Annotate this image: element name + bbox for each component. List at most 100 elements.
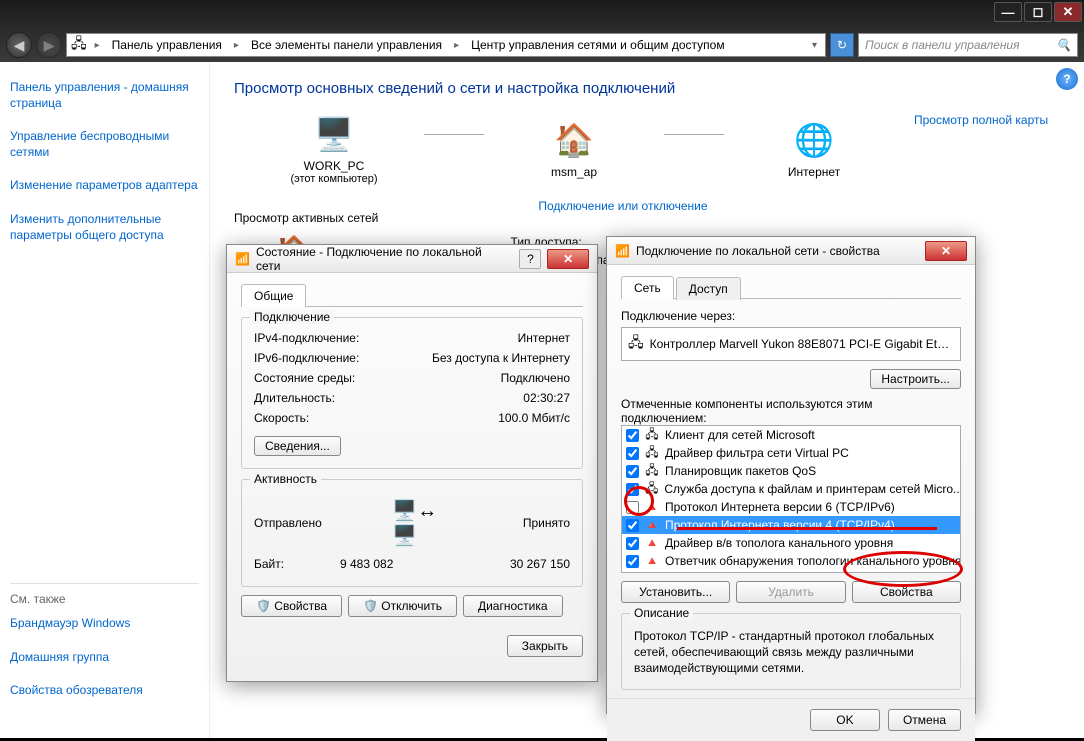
component-checkbox[interactable] [626, 465, 639, 478]
details-button[interactable]: Сведения... [254, 436, 341, 456]
maximize-button[interactable]: ◻ [1024, 2, 1052, 22]
page-title: Просмотр основных сведений о сети и наст… [234, 80, 1060, 97]
view-full-map-link[interactable]: Просмотр полной карты [914, 113, 1048, 127]
connection-properties-dialog: 📶 Подключение по локальной сети - свойст… [606, 236, 976, 714]
sidebar-link-homegroup[interactable]: Домашняя группа [10, 646, 199, 670]
breadcrumb-2[interactable]: Все элементы панели управления [247, 38, 446, 52]
component-checkbox[interactable] [626, 519, 639, 532]
breadcrumb-sep-icon[interactable]: ▸ [91, 40, 104, 51]
refresh-button[interactable]: ↻ [830, 33, 854, 57]
activity-legend: Активность [250, 472, 321, 486]
duration-value: 02:30:27 [430, 391, 570, 405]
adapter-name: Контроллер Marvell Yukon 88E8071 PCI-E G… [650, 337, 954, 351]
component-label: Планировщик пакетов QoS [665, 464, 816, 478]
ok-button[interactable]: OK [810, 709, 880, 731]
sent-label: Отправлено [254, 516, 322, 530]
component-label: Драйвер фильтра сети Virtual PC [665, 446, 849, 460]
sidebar-link-wireless[interactable]: Управление беспроводными сетями [10, 125, 199, 164]
sidebar-link-firewall[interactable]: Брандмауэр Windows [10, 612, 199, 636]
address-bar[interactable]: 🖧 ▸ Панель управления ▸ Все элементы пан… [66, 33, 826, 57]
component-checkbox[interactable] [626, 555, 639, 568]
sidebar-link-sharing[interactable]: Изменить дополнительные параметры общего… [10, 208, 199, 247]
disable-button-label: Отключить [381, 599, 442, 613]
configure-button[interactable]: Настроить... [870, 369, 961, 389]
dialog-close-button[interactable]: ✕ [925, 241, 967, 261]
duration-label: Длительность: [254, 391, 430, 405]
component-checkbox[interactable] [626, 429, 639, 442]
component-row[interactable]: 🖧Клиент для сетей Microsoft [622, 426, 960, 444]
component-checkbox[interactable] [626, 537, 639, 550]
computer-icon [313, 113, 355, 155]
active-networks-header: Просмотр активных сетей [234, 211, 378, 225]
connection-line [664, 134, 724, 135]
component-label: Клиент для сетей Microsoft [665, 428, 815, 442]
breadcrumb-sep-icon[interactable]: ▸ [450, 40, 463, 51]
received-label: Принято [523, 516, 570, 530]
component-row[interactable]: 🔺Протокол Интернета версии 6 (TCP/IPv6) [622, 498, 960, 516]
tab-strip: Общие [241, 283, 583, 307]
network-icon: 📶 [615, 244, 630, 258]
protocol-icon: 🔺 [645, 554, 659, 568]
component-checkbox[interactable] [626, 501, 639, 514]
sidebar-link-home[interactable]: Панель управления - домашняя страница [10, 76, 199, 115]
network-node-router[interactable]: msm_ap [514, 119, 634, 179]
components-list[interactable]: 🖧Клиент для сетей Microsoft🖧Драйвер филь… [621, 425, 961, 573]
dialog-footer: OK Отмена [607, 698, 975, 741]
breadcrumb-3[interactable]: Центр управления сетями и общим доступом [467, 38, 729, 52]
description-legend: Описание [630, 606, 693, 620]
dialog-title-bar[interactable]: 📶 Состояние - Подключение по локальной с… [227, 245, 597, 273]
connect-disconnect-link[interactable]: Подключение или отключение [538, 199, 707, 225]
component-row[interactable]: 🔺 Драйвер в/в тополога канального уровня [622, 534, 960, 552]
search-input[interactable]: Поиск в панели управления 🔍 [858, 33, 1078, 57]
component-row[interactable]: 🔺Протокол Интернета версии 4 (TCP/IPv4) [622, 516, 960, 534]
dialog-title-bar[interactable]: 📶 Подключение по локальной сети - свойст… [607, 237, 975, 265]
component-row[interactable]: 🖧Планировщик пакетов QoS [622, 462, 960, 480]
network-icon: 📶 [235, 252, 250, 266]
node-pc-sublabel: (этот компьютер) [274, 173, 394, 185]
close-dialog-button[interactable]: Закрыть [507, 635, 583, 657]
globe-icon [793, 119, 835, 161]
component-label: Драйвер в/в тополога канального уровня [665, 536, 893, 550]
minimize-button[interactable]: — [994, 2, 1022, 22]
media-value: Подключено [430, 371, 570, 385]
breadcrumb-1[interactable]: Панель управления [108, 38, 226, 52]
close-button[interactable]: ✕ [1054, 2, 1082, 22]
tab-general[interactable]: Общие [241, 284, 306, 307]
sidebar-seealso-header: См. также [10, 592, 199, 606]
component-row[interactable]: 🖧Драйвер фильтра сети Virtual PC [622, 444, 960, 462]
protocol-icon: 🔺 [645, 536, 659, 550]
component-row[interactable]: 🔺Ответчик обнаружения топологии канально… [622, 552, 960, 570]
help-button[interactable]: ? [1056, 68, 1078, 90]
nav-forward-button[interactable]: ▶ [36, 32, 62, 58]
bytes-sent-value: 9 483 082 [340, 557, 430, 571]
breadcrumb-sep-icon[interactable]: ▸ [230, 40, 243, 51]
component-row[interactable]: 🖧Служба доступа к файлам и принтерам сет… [622, 480, 960, 498]
shield-icon [363, 599, 378, 613]
dialog-title: Состояние - Подключение по локальной сет… [256, 245, 508, 273]
cancel-button[interactable]: Отмена [888, 709, 961, 731]
node-pc-label: WORK_PC [274, 159, 394, 173]
install-button[interactable]: Установить... [621, 581, 730, 603]
component-checkbox[interactable] [626, 447, 639, 460]
network-node-internet[interactable]: Интернет [754, 119, 874, 179]
properties-button[interactable]: Свойства [241, 595, 342, 617]
sidebar-link-ieopts[interactable]: Свойства обозревателя [10, 679, 199, 703]
ipv4-label: IPv4-подключение: [254, 331, 430, 345]
network-node-pc[interactable]: WORK_PC (этот компьютер) [274, 113, 394, 185]
sidebar-link-adapter[interactable]: Изменение параметров адаптера [10, 174, 199, 198]
properties-button-label: Свойства [274, 599, 327, 613]
network-center-icon: 🖧 [71, 33, 87, 57]
component-label: Протокол Интернета версии 6 (TCP/IPv6) [665, 500, 895, 514]
remove-button: Удалить [736, 581, 845, 603]
component-properties-button[interactable]: Свойства [852, 581, 961, 603]
disable-button[interactable]: Отключить [348, 595, 457, 617]
dialog-close-button[interactable]: ✕ [547, 249, 589, 269]
tab-network[interactable]: Сеть [621, 276, 674, 299]
breadcrumb-dropdown-icon[interactable]: ▾ [808, 40, 821, 51]
diagnostics-button[interactable]: Диагностика [463, 595, 563, 617]
nav-back-button[interactable]: ◀ [6, 32, 32, 58]
tab-access[interactable]: Доступ [676, 277, 741, 300]
component-checkbox[interactable] [626, 483, 639, 496]
ipv4-value: Интернет [430, 331, 570, 345]
dialog-help-button[interactable]: ? [519, 249, 541, 269]
